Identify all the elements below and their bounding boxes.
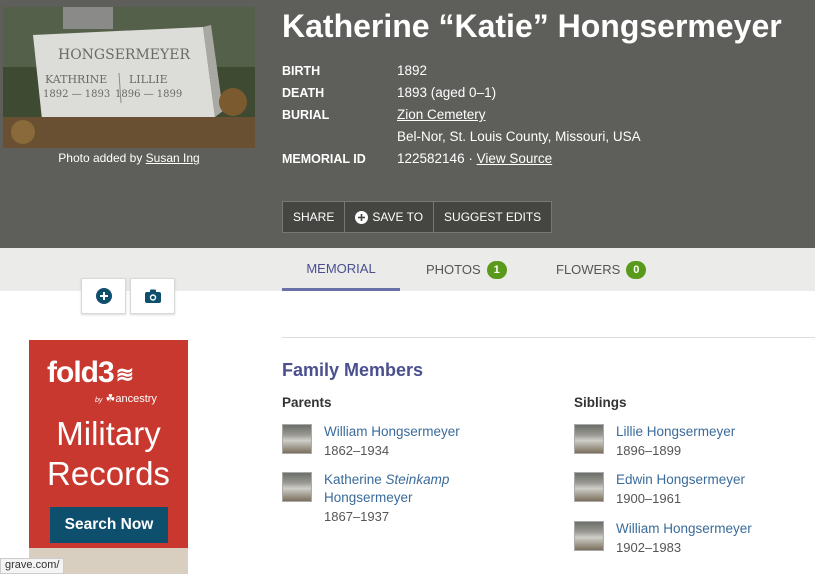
person-name[interactable]: Katherine Steinkamp Hongsermeyer bbox=[324, 471, 449, 507]
tab-memorial[interactable]: MEMORIAL bbox=[282, 248, 400, 291]
plus-circle-icon bbox=[355, 210, 369, 224]
gravestone-thumbnail bbox=[574, 424, 604, 454]
save-to-button[interactable]: SAVE TO bbox=[345, 201, 435, 233]
person-dates: 1902–1983 bbox=[616, 540, 682, 555]
person-name[interactable]: Edwin Hongsermeyer bbox=[616, 471, 745, 489]
suggest-edits-button[interactable]: SUGGEST EDITS bbox=[434, 201, 553, 233]
person-dates: 1867–1937 bbox=[324, 509, 390, 524]
ad-title-line2: Records bbox=[47, 455, 170, 492]
siblings-heading: Siblings bbox=[574, 395, 627, 410]
gravestone-thumbnail bbox=[574, 472, 604, 502]
share-button[interactable]: SHARE bbox=[282, 201, 346, 233]
search-now-button[interactable]: Search Now bbox=[50, 507, 168, 543]
ancestry-leaf-icon: ☘ bbox=[105, 393, 116, 405]
death-label: DEATH bbox=[282, 86, 325, 100]
parent-item[interactable]: William Hongsermeyer 1862–1934 bbox=[282, 423, 460, 461]
birth-label: BIRTH bbox=[282, 64, 321, 78]
save-to-label: SAVE TO bbox=[372, 210, 424, 224]
gravestone-right-name: LILLIE bbox=[129, 73, 168, 86]
suggest-edits-label: SUGGEST EDITS bbox=[444, 210, 542, 224]
person-name[interactable]: Lillie Hongsermeyer bbox=[616, 423, 735, 441]
camera-icon bbox=[144, 289, 161, 303]
memorial-id-row: MEMORIAL ID 122582146 · View Source bbox=[282, 148, 641, 170]
status-url: grave.com/ bbox=[0, 558, 65, 574]
memorial-facts: BIRTH 1892 DEATH 1893 (aged 0–1) BURIAL … bbox=[282, 60, 641, 170]
parent-item[interactable]: Katherine Steinkamp Hongsermeyer 1867–193… bbox=[282, 471, 449, 527]
birth-row: BIRTH 1892 bbox=[282, 60, 641, 82]
tab-memorial-label: MEMORIAL bbox=[306, 260, 376, 276]
plus-circle-icon bbox=[95, 288, 112, 304]
burial-location: Bel-Nor, St. Louis County, Missouri, USA bbox=[397, 129, 641, 144]
tab-photos[interactable]: PHOTOS 1 bbox=[426, 248, 507, 291]
tab-flowers[interactable]: FLOWERS 0 bbox=[556, 248, 647, 291]
tab-flowers-label: FLOWERS bbox=[556, 262, 621, 277]
birth-value: 1892 bbox=[397, 63, 428, 78]
ad-by-prefix: by bbox=[95, 397, 103, 404]
memorial-id-number: 122582146 · bbox=[397, 151, 477, 166]
person-name[interactable]: William Hongsermeyer bbox=[324, 423, 460, 441]
burial-label: BURIAL bbox=[282, 108, 330, 122]
memorial-id-value: 122582146 · View Source bbox=[397, 148, 552, 170]
death-value: 1893 (aged 0–1) bbox=[397, 85, 497, 100]
fold3-ad[interactable]: fold3≋ by ☘ancestry Military Records Sea… bbox=[29, 340, 188, 574]
memorial-id-label: MEMORIAL ID bbox=[282, 152, 366, 166]
gravestone-left-dates: 1892 — 1893 bbox=[43, 89, 110, 100]
chevrons-icon: ≋ bbox=[115, 362, 134, 387]
person-dates: 1900–1961 bbox=[616, 491, 682, 506]
parents-heading: Parents bbox=[282, 395, 332, 410]
flowers-count-badge: 0 bbox=[626, 260, 647, 279]
death-row: DEATH 1893 (aged 0–1) bbox=[282, 82, 641, 104]
ad-title: Military Records bbox=[29, 414, 188, 494]
gravestone-left-name: KATHRINE bbox=[45, 73, 107, 86]
memorial-title: Katherine “Katie” Hongsermeyer bbox=[282, 8, 782, 44]
cemetery-link[interactable]: Zion Cemetery bbox=[397, 107, 486, 122]
gravestone-thumbnail bbox=[574, 521, 604, 551]
sibling-item[interactable]: Edwin Hongsermeyer 1900–1961 bbox=[574, 471, 745, 509]
gravestone-photo[interactable]: HONGSERMEYER KATHRINE 1892 — 1893 LILLIE… bbox=[3, 7, 255, 148]
fold3-logo-text: fold3 bbox=[47, 356, 115, 389]
person-last-name: Hongsermeyer bbox=[324, 490, 413, 505]
gravestone-surname: HONGSERMEYER bbox=[58, 47, 190, 63]
tab-photos-label: PHOTOS bbox=[426, 262, 481, 277]
person-dates: 1862–1934 bbox=[324, 443, 390, 458]
sibling-item[interactable]: William Hongsermeyer 1902–1983 bbox=[574, 520, 752, 558]
gravestone-thumbnail bbox=[282, 472, 312, 502]
add-photo-button[interactable] bbox=[81, 278, 126, 314]
sibling-item[interactable]: Lillie Hongsermeyer 1896–1899 bbox=[574, 423, 735, 461]
ad-by-ancestry: by ☘ancestry bbox=[95, 392, 157, 405]
photos-count-badge: 1 bbox=[486, 260, 507, 279]
photo-caption-prefix: Photo added by bbox=[58, 151, 146, 165]
photo-author-link[interactable]: Susan Ing bbox=[146, 151, 200, 165]
fold3-logo: fold3≋ bbox=[47, 356, 134, 390]
photo-caption: Photo added by Susan Ing bbox=[3, 151, 255, 165]
person-name[interactable]: William Hongsermeyer bbox=[616, 520, 752, 538]
person-first-name: Katherine bbox=[324, 472, 386, 487]
gravestone-image: HONGSERMEYER KATHRINE 1892 — 1893 LILLIE… bbox=[3, 7, 255, 148]
person-maiden-name: Steinkamp bbox=[385, 472, 450, 487]
share-label: SHARE bbox=[293, 210, 335, 224]
memorial-actions: SHARE SAVE TO SUGGEST EDITS bbox=[282, 201, 553, 233]
person-dates: 1896–1899 bbox=[616, 443, 682, 458]
view-source-link[interactable]: View Source bbox=[477, 151, 553, 166]
memorial-header: HONGSERMEYER KATHRINE 1892 — 1893 LILLIE… bbox=[0, 0, 815, 248]
burial-row: BURIAL Zion Cemetery Bel-Nor, St. Louis … bbox=[282, 104, 641, 148]
camera-button[interactable] bbox=[130, 278, 175, 314]
family-members-heading: Family Members bbox=[282, 360, 424, 380]
burial-value: Zion Cemetery Bel-Nor, St. Louis County,… bbox=[397, 104, 641, 148]
ad-brand: ancestry bbox=[115, 393, 157, 405]
ad-title-line1: Military bbox=[56, 415, 161, 452]
content-divider bbox=[282, 337, 815, 338]
gravestone-right-dates: 1896 — 1899 bbox=[115, 89, 182, 100]
gravestone-thumbnail bbox=[282, 424, 312, 454]
